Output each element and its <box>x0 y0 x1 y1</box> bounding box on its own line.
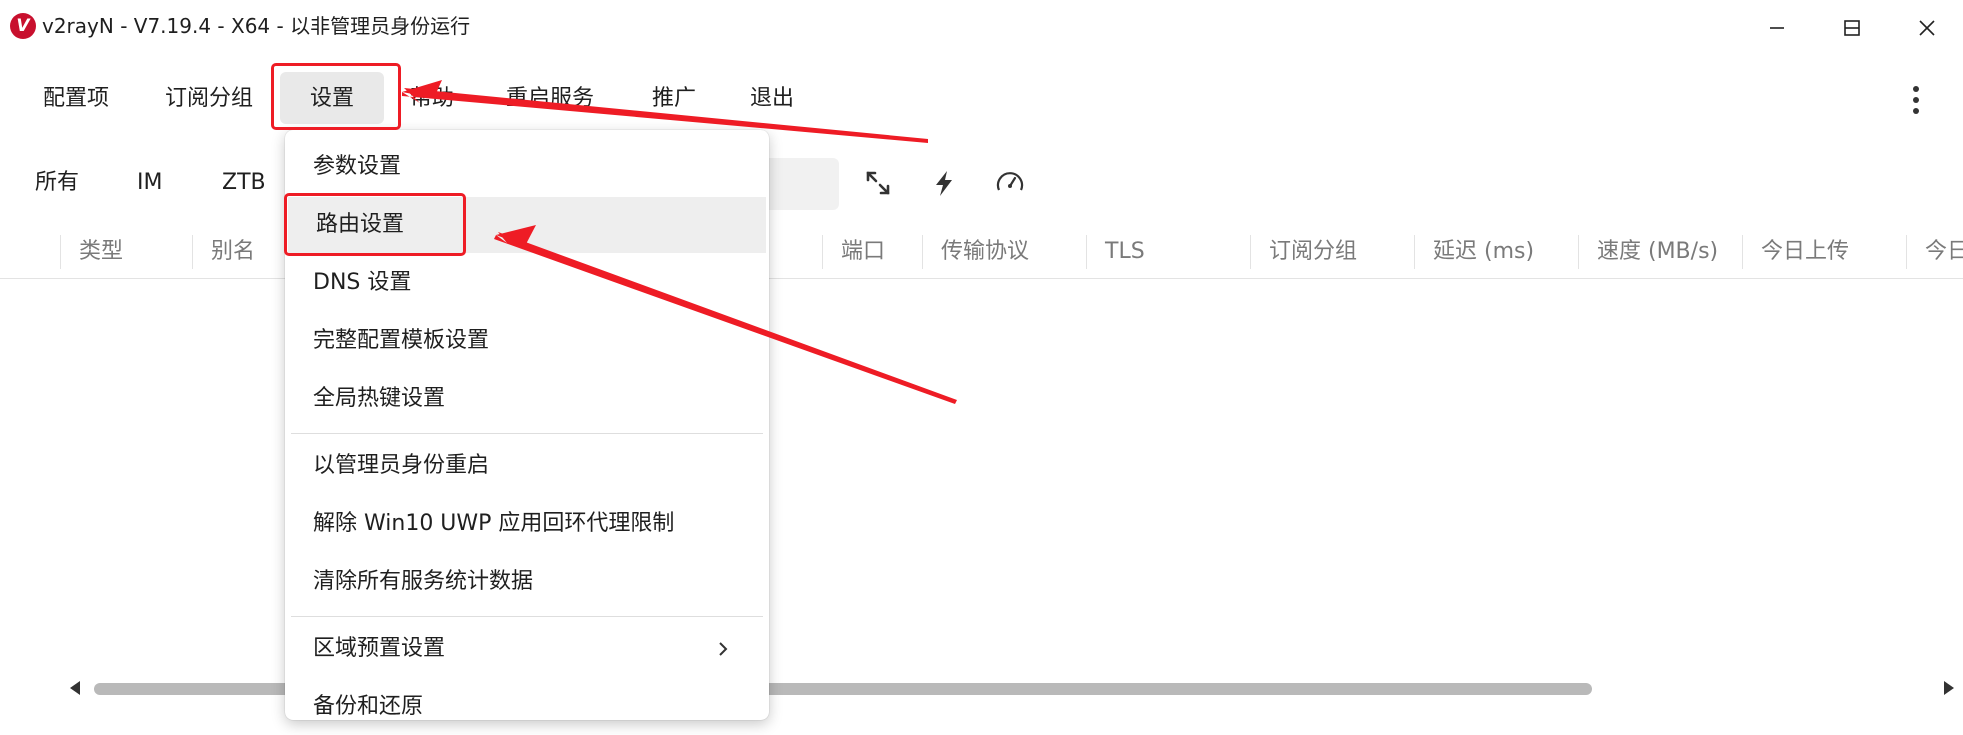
column-header-transport[interactable]: 传输协议 <box>922 235 1086 269</box>
minimize-button-real[interactable] <box>1737 0 1817 55</box>
annotation-box-settings <box>271 63 401 130</box>
menu-exit[interactable]: 退出 <box>750 82 794 116</box>
column-header-port[interactable]: 端口 <box>822 235 922 269</box>
menu-item-region-preset[interactable]: 区域预置设置 <box>285 621 769 677</box>
window-title: v2rayN - V7.19.4 - X64 - 以非管理员身份运行 <box>42 14 471 38</box>
filter-tab-all[interactable]: 所有 <box>35 166 79 200</box>
menu-promotion[interactable]: 推广 <box>652 82 696 116</box>
column-header-tls[interactable]: TLS <box>1086 235 1250 269</box>
menu-item-restart-as-admin[interactable]: 以管理员身份重启 <box>285 438 769 494</box>
column-header-today-download[interactable]: 今日下载 <box>1906 235 1963 269</box>
app-logo-icon: V <box>10 13 36 39</box>
more-vertical-icon[interactable] <box>1902 80 1930 120</box>
close-button[interactable] <box>1890 0 1963 55</box>
menu-item-uwp-loopback[interactable]: 解除 Win10 UWP 应用回环代理限制 <box>285 496 769 552</box>
menu-item-backup-restore[interactable]: 备份和还原 <box>285 679 769 735</box>
menu-item-dns-settings[interactable]: DNS 设置 <box>285 255 769 311</box>
menu-item-clear-stats[interactable]: 清除所有服务统计数据 <box>285 554 769 610</box>
scroll-right-arrow-icon[interactable] <box>1944 681 1954 695</box>
scroll-left-arrow-icon[interactable] <box>70 681 80 695</box>
chevron-right-icon <box>719 642 728 656</box>
speedometer-icon[interactable] <box>992 165 1028 201</box>
close-icon <box>1918 19 1935 36</box>
expand-icon[interactable] <box>860 165 896 201</box>
menu-item-region-preset-label: 区域预置设置 <box>313 636 446 661</box>
menu-subscription-groups[interactable]: 订阅分组 <box>165 82 253 116</box>
column-header-speed[interactable]: 速度 (MB/s) <box>1578 235 1742 269</box>
column-header-type[interactable]: 类型 <box>60 235 192 269</box>
minimize-icon <box>1770 26 1784 29</box>
filter-tab-ztb[interactable]: ZTB <box>222 166 266 200</box>
lightning-icon[interactable] <box>926 165 962 201</box>
annotation-box-routing <box>284 193 466 256</box>
menu-separator <box>291 616 763 617</box>
menu-config-items[interactable]: 配置项 <box>43 82 109 116</box>
column-header-latency[interactable]: 延迟 (ms) <box>1414 235 1578 269</box>
maximize-button[interactable] <box>1812 0 1892 55</box>
column-header-today-upload[interactable]: 今日上传 <box>1742 235 1906 269</box>
maximize-icon <box>1844 19 1860 36</box>
menu-restart-service[interactable]: 重启服务 <box>506 82 594 116</box>
menu-separator <box>291 433 763 434</box>
menu-help[interactable]: 帮助 <box>410 82 454 116</box>
menu-item-parameter-settings[interactable]: 参数设置 <box>285 139 769 195</box>
menu-item-global-hotkey[interactable]: 全局热键设置 <box>285 371 769 427</box>
menu-item-full-config-template[interactable]: 完整配置模板设置 <box>285 313 769 369</box>
column-header-subscription[interactable]: 订阅分组 <box>1250 235 1414 269</box>
filter-tab-im[interactable]: IM <box>137 166 162 200</box>
